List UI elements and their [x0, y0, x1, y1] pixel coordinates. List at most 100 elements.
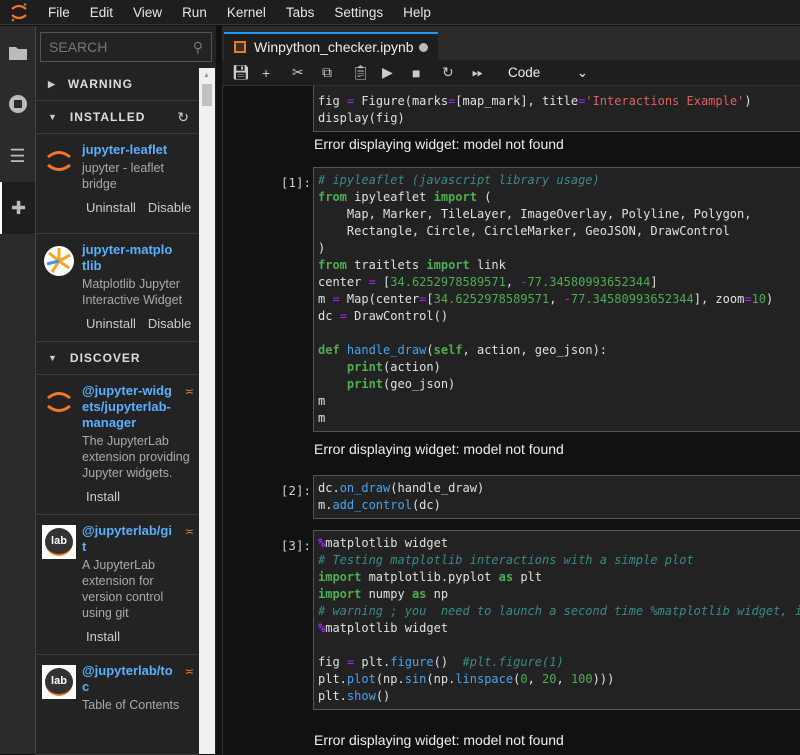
extension-name[interactable]: @jupyterlab/toc [82, 663, 198, 695]
code-line: Map, Marker, TileLayer, ImageOverlay, Po… [318, 206, 800, 223]
code-line: plt.plot(np.sin(np.linspace(0, 20, 100))… [318, 671, 800, 688]
running-stop-icon[interactable] [0, 78, 35, 130]
section-installed[interactable]: ▼ INSTALLED ↻ [36, 101, 198, 134]
notebook-icon [234, 41, 246, 53]
cell-type-select[interactable]: Code ⌄ [508, 65, 588, 81]
disable-button[interactable]: Disable [148, 316, 191, 331]
code-token: DrawControl() [346, 309, 449, 323]
code-token: traitlets [346, 258, 427, 272]
extension-puzzle-icon[interactable]: ✚ [0, 182, 35, 234]
paste-icon[interactable]: 📋︎ [352, 64, 382, 81]
code-line: center = [34.6252978589571, -77.34580993… [318, 274, 800, 291]
search-input[interactable]: SEARCH ⚲ [40, 32, 212, 62]
output-error: Error displaying widget: model not found [314, 441, 564, 457]
extension-description: The JupyterLab extension providing Jupyt… [82, 434, 190, 480]
save-icon[interactable]: 💾︎ [232, 64, 262, 81]
restart-icon[interactable]: ↻ [442, 64, 472, 81]
code-token: on_draw [339, 481, 391, 495]
menu-tabs[interactable]: Tabs [276, 5, 325, 20]
uninstall-button[interactable]: Uninstall [86, 316, 136, 331]
sidebar-scrollbar[interactable]: ▲ [199, 68, 215, 754]
fast-forward-icon[interactable]: ⏩︎ [472, 64, 502, 81]
notebook-toolbar: 💾︎ + ✂ ⧉ 📋︎ ▶ ■ ↻ ⏩︎ Code ⌄ [222, 60, 800, 86]
code-token: from [318, 190, 347, 204]
menu-help[interactable]: Help [393, 5, 441, 20]
code-line: m [318, 410, 800, 427]
menu-view[interactable]: View [123, 5, 172, 20]
refresh-icon[interactable]: ↻ [177, 109, 190, 126]
code-token: 77.34580993652344 [527, 275, 651, 289]
copy-icon[interactable]: ⧉ [322, 64, 352, 81]
jupyter-logo-icon [42, 385, 76, 419]
cell-prompt: [2]: [280, 483, 311, 498]
code-token: m. [318, 498, 333, 512]
output-error: Error displaying widget: model not found [314, 136, 564, 152]
add-cell-icon[interactable]: + [262, 65, 292, 81]
code-editor[interactable]: dc.on_draw(handle_draw) m.add_control(dc) [313, 475, 800, 519]
code-token: - [563, 292, 571, 306]
code-token: # warning ; you need to launch a second … [318, 604, 800, 618]
install-button[interactable]: Install [86, 629, 120, 644]
section-warning[interactable]: ▶ WARNING [36, 68, 198, 101]
code-line: %matplotlib widget [318, 620, 800, 637]
menu-edit[interactable]: Edit [80, 5, 123, 20]
code-token: import [433, 190, 477, 204]
stop-icon[interactable]: ■ [412, 65, 442, 81]
code-token: (handle_draw) [390, 481, 485, 495]
scroll-up-icon[interactable]: ▲ [203, 72, 210, 79]
folder-icon[interactable] [0, 26, 35, 78]
code-line: from traitlets import link [318, 257, 800, 274]
code-editor[interactable]: # ipyleaflet (javascript library usage) f… [313, 167, 800, 432]
code-line: m.add_control(dc) [318, 497, 800, 514]
run-icon[interactable]: ▶ [382, 64, 412, 81]
tab-notebook[interactable]: Winpython_checker.ipynb [224, 32, 438, 60]
jupyter-small-icon: ≍ [184, 386, 194, 398]
code-token: ipyleaflet [346, 190, 434, 204]
code-token: (dc) [411, 498, 441, 512]
code-token: ( [426, 343, 434, 357]
code-token: (geo_json) [383, 377, 456, 391]
code-token: numpy [361, 587, 412, 601]
extension-manager-panel: SEARCH ⚲ ▶ WARNING ▼ INSTALLED ↻ jupyter-le… [36, 26, 216, 755]
disable-button[interactable]: Disable [148, 200, 191, 215]
tab-bar: Winpython_checker.ipynb [222, 26, 800, 60]
menu-bar: File Edit View Run Kernel Tabs Settings … [0, 0, 800, 25]
code-token: , [505, 275, 521, 289]
install-button[interactable]: Install [86, 489, 120, 504]
code-token: Map(center [339, 292, 420, 306]
menu-settings[interactable]: Settings [324, 5, 393, 20]
code-line: ) [318, 240, 800, 257]
extension-name[interactable]: jupyter-leaflet [82, 142, 198, 158]
menu-file[interactable]: File [38, 5, 80, 20]
extension-name[interactable]: @jupyter-widgets/jupyterlab-manager [82, 383, 198, 431]
tab-title: Winpython_checker.ipynb [254, 39, 414, 55]
notebook-cells[interactable]: fig = Figure(marks = [map_mark], title = 'In… [222, 86, 800, 754]
jupyterlab-logo-icon: lab [42, 665, 76, 699]
scrollbar-thumb[interactable] [202, 84, 212, 106]
jupyterlab-logo-icon: lab [42, 525, 76, 559]
command-list-icon[interactable]: ☰ [0, 130, 35, 182]
notebook-area: Winpython_checker.ipynb 💾︎ + ✂ ⧉ 📋︎ ▶ ■ … [222, 26, 800, 754]
menu-run[interactable]: Run [172, 5, 217, 20]
code-token: 20 [542, 672, 557, 686]
code-token: ( [476, 190, 492, 204]
unsaved-dot-icon[interactable] [419, 42, 428, 52]
code-token: m [318, 292, 333, 306]
code-token: matplotlib widget [325, 621, 449, 635]
code-token: plt. [318, 672, 347, 686]
code-token: , [549, 292, 564, 306]
code-editor[interactable]: %matplotlib widget # Testing matplotlib i… [313, 530, 800, 710]
code-line: display(fig) [318, 110, 800, 127]
code-line: print(action) [318, 359, 800, 376]
extension-name[interactable]: @jupyterlab/git [82, 523, 198, 555]
code-token: from [318, 258, 347, 272]
code-editor[interactable]: fig = Figure(marks=[map_mark], title='In… [313, 86, 800, 132]
uninstall-button[interactable]: Uninstall [86, 200, 136, 215]
extension-item: jupyter-matplotlib Matplotlib Jupyter In… [36, 234, 198, 342]
section-discover[interactable]: ▼ DISCOVER [36, 342, 198, 375]
code-token: (action) [383, 360, 441, 374]
menu-kernel[interactable]: Kernel [217, 5, 276, 20]
extension-name[interactable]: jupyter-matplotlib [82, 242, 198, 274]
cut-icon[interactable]: ✂ [292, 64, 322, 81]
